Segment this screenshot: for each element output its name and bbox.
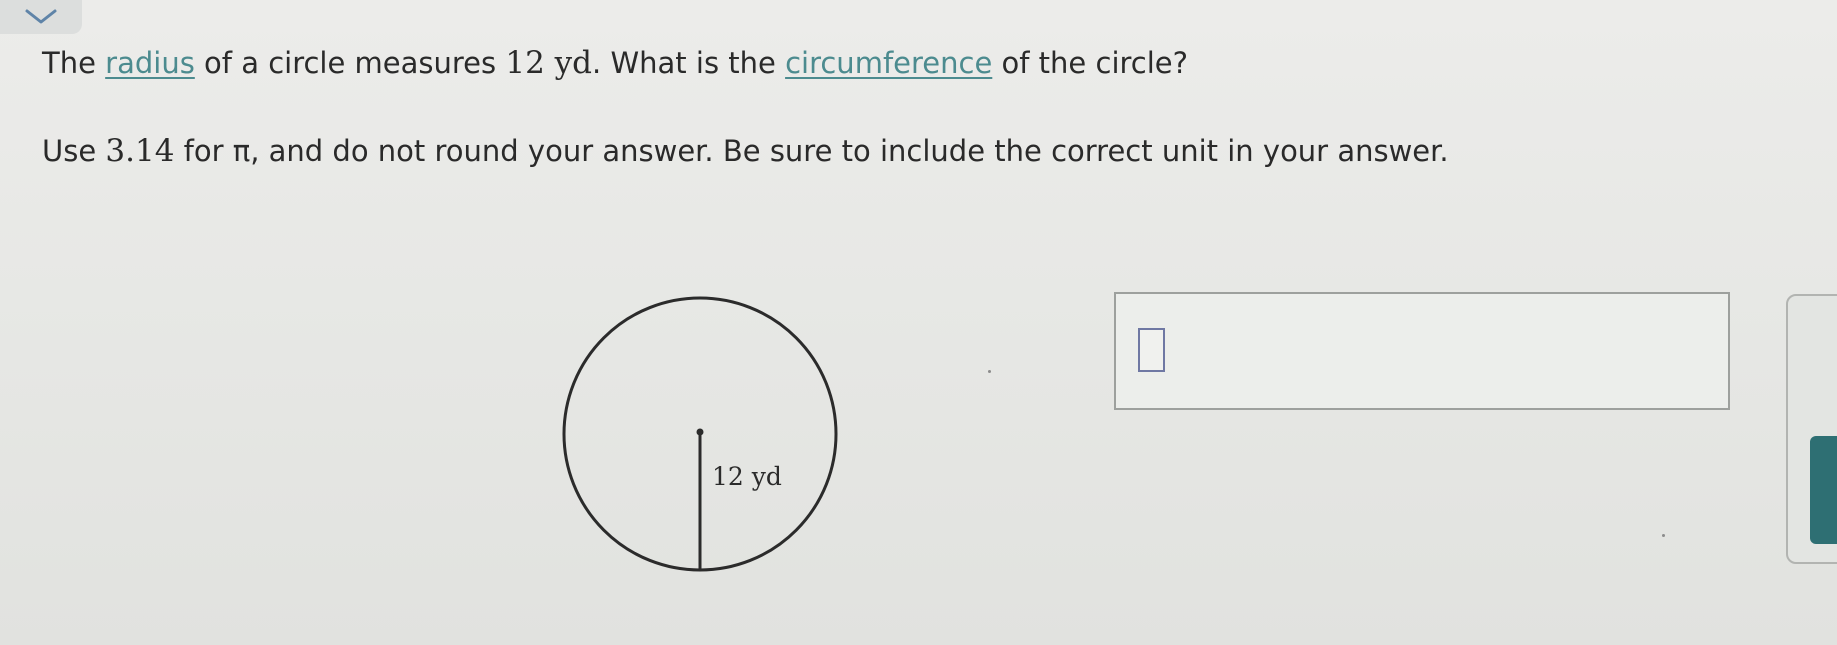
collapse-toggle[interactable] [0,0,82,34]
radius-link[interactable]: radius [105,46,195,80]
instruction-text: Use 3.14 for π, and do not round your an… [42,128,1449,174]
problem-page: The radius of a circle measures 12 yd. W… [0,0,1837,645]
answer-input[interactable] [1132,306,1712,396]
question-suffix: of the circle? [992,46,1189,80]
stray-dot [988,370,991,373]
question-middle-2: . What is the [592,46,786,80]
circle-figure: 12 yd [562,296,838,572]
radius-measure: 12 yd [505,45,593,81]
instruction-rest: for π, and do not round your answer. Be … [174,134,1449,168]
side-tool-button[interactable] [1810,436,1837,544]
question-middle: of a circle measures [194,46,506,80]
answer-box [1114,292,1730,410]
chevron-down-icon [25,9,57,24]
center-point [696,428,704,436]
pi-value: 3.14 [105,133,175,169]
circumference-link[interactable]: circumference [785,46,992,80]
question-text: The radius of a circle measures 12 yd. W… [42,40,1188,86]
question-prefix: The [42,46,106,80]
stray-dot [1662,534,1665,537]
radius-label: 12 yd [712,462,782,491]
instruction-prefix: Use [42,134,106,168]
